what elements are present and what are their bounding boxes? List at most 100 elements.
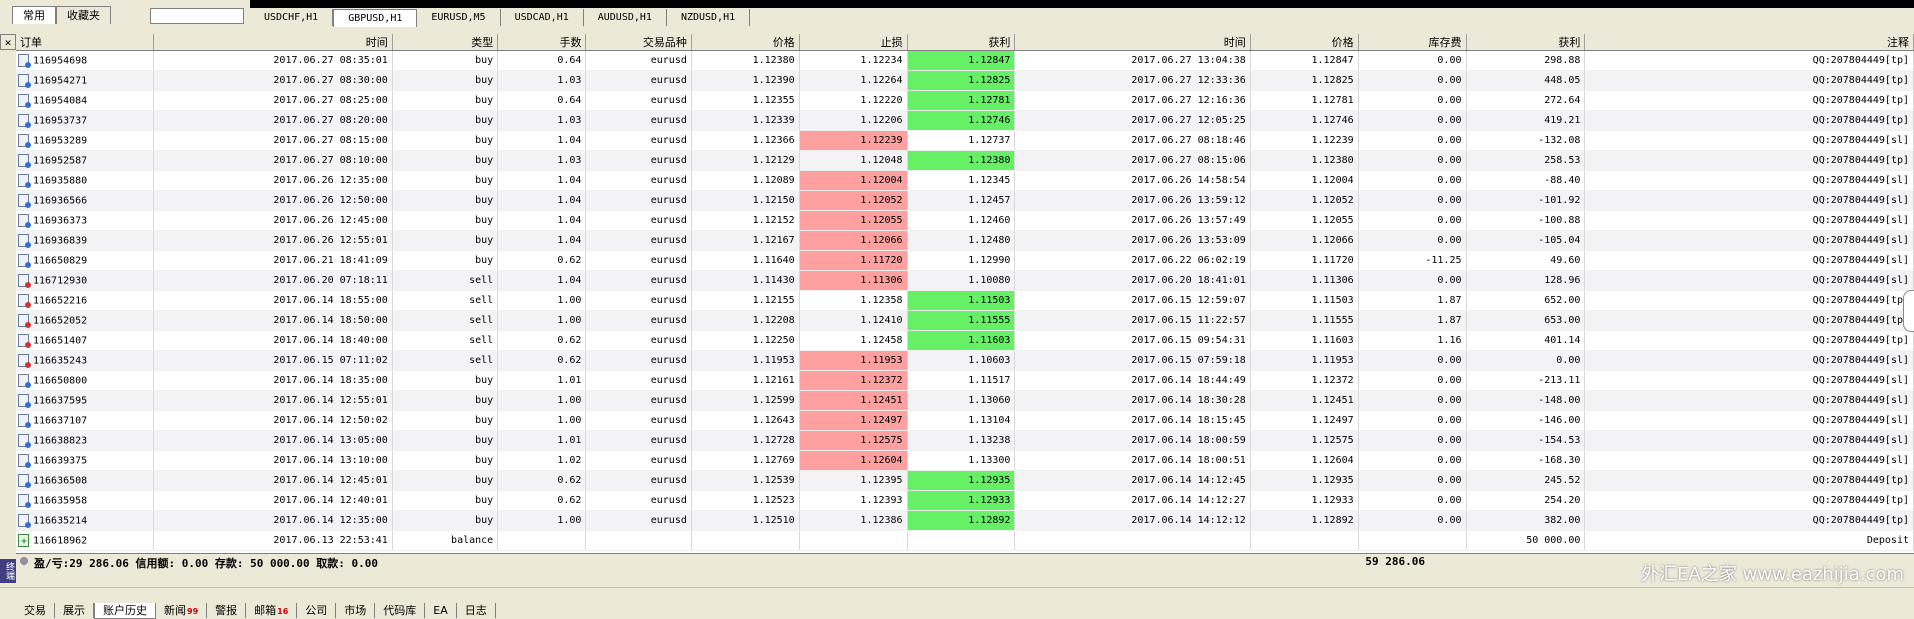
table-row[interactable]: 116954084 2017.06.27 08:25:00 buy 0.64 eurus… xyxy=(16,90,1914,111)
order-number: 116954084 xyxy=(33,95,88,107)
column-header[interactable]: 时间 xyxy=(153,34,393,51)
tab-badge: 16 xyxy=(277,607,289,616)
table-row[interactable]: 116638823 2017.06.14 13:05:00 buy 1.01 eurus… xyxy=(16,430,1914,451)
chart-tab[interactable]: AUDUSD,H1 xyxy=(584,9,667,26)
table-row[interactable]: 116650800 2017.06.14 18:35:00 buy 1.01 eurus… xyxy=(16,370,1914,391)
table-row[interactable]: 116936839 2017.06.26 12:55:01 buy 1.04 eurus… xyxy=(16,230,1914,251)
table-row[interactable]: 116652052 2017.06.14 18:50:00 sell 1.00 euru… xyxy=(16,310,1914,331)
table-row[interactable]: 116635958 2017.06.14 12:40:01 buy 0.62 eurus… xyxy=(16,490,1914,511)
column-header[interactable]: 库存费 xyxy=(1358,34,1467,51)
table-row[interactable]: 116636508 2017.06.14 12:45:01 buy 0.62 eurus… xyxy=(16,470,1914,491)
cell-lots: 0.64 xyxy=(497,50,587,71)
order-number: 116712930 xyxy=(33,275,88,287)
buy-order-icon xyxy=(18,74,31,88)
terminal-tab[interactable]: 账户历史 xyxy=(94,603,156,619)
table-row[interactable]: 116712930 2017.06.20 07:18:11 sell 1.04 euru… xyxy=(16,270,1914,291)
order-number: 116635958 xyxy=(33,495,88,507)
table-row[interactable]: 116639375 2017.06.14 13:10:00 buy 1.02 eurus… xyxy=(16,450,1914,471)
column-header[interactable]: 价格 xyxy=(1250,34,1359,51)
terminal-tab[interactable]: 市场 xyxy=(336,603,376,618)
cell-profit: 50 000.00 xyxy=(1466,530,1586,551)
table-row[interactable]: 116953289 2017.06.27 08:15:00 buy 1.04 eurus… xyxy=(16,130,1914,151)
nav-tab[interactable]: 收藏夹 xyxy=(56,6,111,24)
table-row[interactable]: 116936373 2017.06.26 12:45:00 buy 1.04 eurus… xyxy=(16,210,1914,231)
cell-price: 1.12380 xyxy=(691,50,800,71)
terminal-tab[interactable]: EA xyxy=(425,603,457,618)
cell-lots: 1.00 xyxy=(497,290,587,311)
table-row[interactable]: 116954271 2017.06.27 08:30:00 buy 1.03 eurus… xyxy=(16,70,1914,91)
cell-order: 116638823 xyxy=(16,430,154,451)
column-header[interactable]: 注释 xyxy=(1584,34,1914,51)
cell-symbol: eurusd xyxy=(585,70,692,91)
chart-tab[interactable]: USDCAD,H1 xyxy=(501,9,584,26)
table-row[interactable]: 116935880 2017.06.26 12:35:00 buy 1.04 eurus… xyxy=(16,170,1914,191)
cell-comment: QQ:207804449[sl] xyxy=(1584,230,1914,251)
cell-open-time: 2017.06.26 12:45:00 xyxy=(153,210,393,231)
column-header[interactable]: 获利 xyxy=(1466,34,1586,51)
close-icon[interactable]: ✕ xyxy=(0,34,16,50)
cell-lots: 1.02 xyxy=(497,450,587,471)
terminal-tab[interactable]: 邮箱16 xyxy=(246,603,298,618)
terminal-tab[interactable]: 公司 xyxy=(297,603,337,618)
column-header[interactable]: 类型 xyxy=(392,34,499,51)
cell-profit: -154.53 xyxy=(1466,430,1586,451)
table-row[interactable]: 116954698 2017.06.27 08:35:01 buy 0.64 eurus… xyxy=(16,50,1914,71)
cell-tp: 1.12737 xyxy=(907,130,1016,151)
chart-tab[interactable]: EURUSD,M5 xyxy=(417,9,501,26)
cell-close-time: 2017.06.14 18:44:49 xyxy=(1014,370,1251,391)
terminal-tab[interactable]: 代码库 xyxy=(375,603,426,618)
cell-symbol: eurusd xyxy=(585,390,692,411)
table-row[interactable]: 116652216 2017.06.14 18:55:00 sell 1.00 euru… xyxy=(16,290,1914,311)
cell-type: buy xyxy=(392,250,499,271)
table-row[interactable]: 116637595 2017.06.14 12:55:01 buy 1.00 eurus… xyxy=(16,390,1914,411)
cell-tp: 1.12990 xyxy=(907,250,1016,271)
sell-order-icon xyxy=(18,314,31,328)
watermark: 外汇EA之家 www.eazhijia.com xyxy=(1641,564,1904,585)
chart-tab[interactable]: GBPUSD,H1 xyxy=(333,9,418,27)
terminal-tabs: 交易 展示 账户历史 新闻99 警报 邮箱16 公司 市场 代码库 EA 日志 xyxy=(16,603,496,619)
table-row[interactable]: 116637107 2017.06.14 12:50:02 buy 1.00 eurus… xyxy=(16,410,1914,431)
cell-comment: QQ:207804449[tp] xyxy=(1584,310,1914,331)
cell-swap: 0.00 xyxy=(1358,490,1467,511)
cell-price: 1.12129 xyxy=(691,150,800,171)
cell-lots: 0.64 xyxy=(497,90,587,111)
column-header[interactable]: 获利 xyxy=(907,34,1016,51)
cell-price: 1.12643 xyxy=(691,410,800,431)
column-header[interactable]: 订单 xyxy=(16,34,154,51)
nav-tab[interactable]: 常用 xyxy=(12,6,56,24)
table-row[interactable]: 116635243 2017.06.15 07:11:02 sell 0.62 euru… xyxy=(16,350,1914,371)
table-row[interactable]: 116651407 2017.06.14 18:40:00 sell 0.62 euru… xyxy=(16,330,1914,351)
table-row[interactable]: 116635214 2017.06.14 12:35:00 buy 1.00 eurus… xyxy=(16,510,1914,531)
terminal-tab[interactable]: 新闻99 xyxy=(156,603,208,618)
cell-tp: 1.12781 xyxy=(907,90,1016,111)
cell-symbol: eurusd xyxy=(585,210,692,231)
cell-price: 1.11640 xyxy=(691,250,800,271)
table-row[interactable]: 116952587 2017.06.27 08:10:00 buy 1.03 eurus… xyxy=(16,150,1914,171)
chart-tab[interactable]: USDCHF,H1 xyxy=(250,9,334,26)
column-header[interactable]: 手数 xyxy=(497,34,587,51)
table-row[interactable]: 116953737 2017.06.27 08:20:00 buy 1.03 eurus… xyxy=(16,110,1914,131)
cell-symbol: eurusd xyxy=(585,250,692,271)
table-row[interactable]: 116650829 2017.06.21 18:41:09 buy 0.62 eurus… xyxy=(16,250,1914,271)
terminal-tab[interactable]: 日志 xyxy=(457,603,496,618)
column-header[interactable]: 价格 xyxy=(691,34,800,51)
cell-price: 1.12250 xyxy=(691,330,800,351)
cell-symbol: eurusd xyxy=(585,130,692,151)
cell-tp: 1.12892 xyxy=(907,510,1016,531)
cell-swap: 1.87 xyxy=(1358,310,1467,331)
cell-open-time: 2017.06.14 18:50:00 xyxy=(153,310,393,331)
column-header[interactable]: 止损 xyxy=(799,34,908,51)
cell-symbol: eurusd xyxy=(585,450,692,471)
table-row[interactable]: 116618962 2017.06.13 22:53:41balance 50 00… xyxy=(16,530,1914,551)
side-handle[interactable] xyxy=(1903,290,1914,332)
terminal-tab[interactable]: 警报 xyxy=(207,603,247,618)
chart-tab[interactable]: NZDUSD,H1 xyxy=(667,9,751,26)
column-header[interactable]: 时间 xyxy=(1014,34,1251,51)
terminal-tab[interactable]: 展示 xyxy=(55,603,94,618)
cell-tp: 1.11603 xyxy=(907,330,1016,351)
table-row[interactable]: 116936566 2017.06.26 12:50:00 buy 1.04 eurus… xyxy=(16,190,1914,211)
terminal-tab[interactable]: 交易 xyxy=(16,603,55,618)
order-number: 116650829 xyxy=(33,255,88,267)
column-header[interactable]: 交易品种 xyxy=(585,34,692,51)
order-number: 116638823 xyxy=(33,435,88,447)
